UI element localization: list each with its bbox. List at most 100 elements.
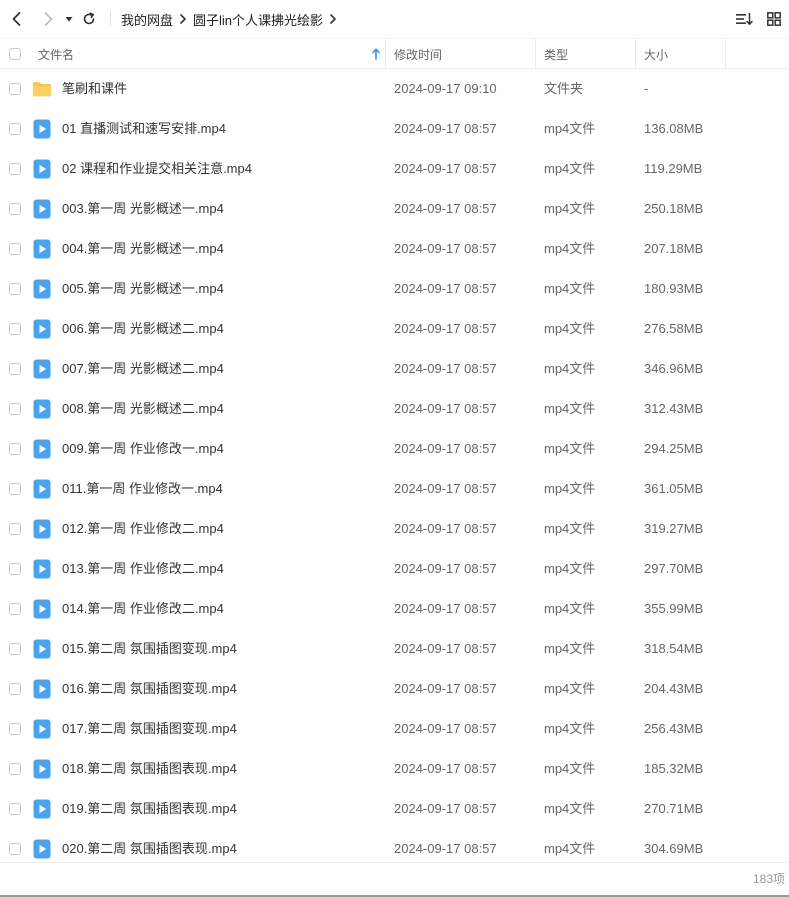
file-row[interactable]: 016.第二周 氛围插图变现.mp4 2024-09-17 08:57 mp4文件 2… [0,669,789,709]
file-row[interactable]: 014.第一周 作业修改二.mp4 2024-09-17 08:57 mp4文件 35… [0,589,789,629]
file-row[interactable]: 007.第一周 光影概述二.mp4 2024-09-17 08:57 mp4文件 34… [0,349,789,389]
file-row[interactable]: 004.第一周 光影概述一.mp4 2024-09-17 08:57 mp4文件 20… [0,229,789,269]
file-name[interactable]: 012.第一周 作业修改二.mp4 [62,509,224,549]
file-row[interactable]: 008.第一周 光影概述二.mp4 2024-09-17 08:57 mp4文件 31… [0,389,789,429]
file-name[interactable]: 016.第二周 氛围插图变现.mp4 [62,669,237,709]
row-checkbox[interactable] [9,443,21,455]
video-file-icon [32,599,52,619]
row-checkbox[interactable] [9,363,21,375]
file-name[interactable]: 017.第二周 氛围插图变现.mp4 [62,709,237,749]
refresh-button[interactable] [78,0,100,38]
file-name[interactable]: 02 课程和作业提交相关注意.mp4 [62,149,252,189]
chevron-right-icon[interactable] [329,14,337,24]
row-checkbox[interactable] [9,483,21,495]
video-file-icon [32,439,52,459]
file-row[interactable]: 017.第二周 氛围插图变现.mp4 2024-09-17 08:57 mp4文件 2… [0,709,789,749]
select-all-checkbox[interactable] [9,48,21,60]
select-all-checkbox-cell [9,39,21,69]
video-file-icon [32,759,52,779]
row-checkbox[interactable] [9,203,21,215]
column-divider[interactable] [535,39,536,69]
breadcrumb-item-root[interactable]: 我的网盘 [121,10,173,29]
file-name[interactable]: 004.第一周 光影概述一.mp4 [62,229,224,269]
file-name[interactable]: 005.第一周 光影概述一.mp4 [62,269,224,309]
video-file-icon [32,799,52,819]
sort-button[interactable] [729,0,759,38]
file-name[interactable]: 015.第二周 氛围插图变现.mp4 [62,629,237,669]
row-checkbox[interactable] [9,603,21,615]
file-row[interactable]: 012.第一周 作业修改二.mp4 2024-09-17 08:57 mp4文件 31… [0,509,789,549]
file-name[interactable]: 003.第一周 光影概述一.mp4 [62,189,224,229]
file-size: 318.54MB [644,641,704,656]
row-checkbox[interactable] [9,323,21,335]
file-row[interactable]: 018.第二周 氛围插图表现.mp4 2024-09-17 08:57 mp4文件 1… [0,749,789,789]
column-divider[interactable] [725,39,726,69]
video-file-icon [32,839,52,859]
row-checkbox[interactable] [9,683,21,695]
row-checkbox[interactable] [9,163,21,175]
forward-button[interactable] [36,0,60,38]
row-checkbox[interactable] [9,643,21,655]
file-size: 361.05MB [644,481,704,496]
row-checkbox[interactable] [9,243,21,255]
view-toggle-button[interactable] [759,0,789,38]
file-modified-time: 2024-09-17 08:57 [394,201,497,216]
row-checkbox[interactable] [9,523,21,535]
file-name[interactable]: 006.第一周 光影概述二.mp4 [62,309,224,349]
video-file-icon [32,359,52,379]
row-checkbox[interactable] [9,763,21,775]
file-size: 136.08MB [644,121,704,136]
row-checkbox[interactable] [9,283,21,295]
row-checkbox[interactable] [9,803,21,815]
row-checkbox[interactable] [9,723,21,735]
file-row[interactable]: 01 直播测试和速写安排.mp4 2024-09-17 08:57 mp4文件 136… [0,109,789,149]
video-file-icon [32,639,52,659]
column-header-size[interactable]: 大小 [644,39,724,69]
history-dropdown[interactable] [62,0,76,38]
file-row[interactable]: 003.第一周 光影概述一.mp4 2024-09-17 08:57 mp4文件 25… [0,189,789,229]
file-name[interactable]: 009.第一周 作业修改一.mp4 [62,429,224,469]
file-name[interactable]: 014.第一周 作业修改二.mp4 [62,589,224,629]
column-header-type[interactable]: 类型 [544,39,634,69]
file-modified-time: 2024-09-17 08:57 [394,121,497,136]
video-file-icon [32,399,52,419]
file-row[interactable]: 笔刷和课件 2024-09-17 09:10 文件夹 - [0,69,789,109]
column-header-type-label: 类型 [544,47,569,62]
file-name[interactable]: 01 直播测试和速写安排.mp4 [62,109,226,149]
file-row[interactable]: 005.第一周 光影概述一.mp4 2024-09-17 08:57 mp4文件 18… [0,269,789,309]
row-checkbox[interactable] [9,403,21,415]
file-type: mp4文件 [544,481,596,496]
file-name[interactable]: 019.第二周 氛围插图表现.mp4 [62,789,237,829]
row-checkbox[interactable] [9,123,21,135]
row-checkbox[interactable] [9,563,21,575]
file-name[interactable]: 007.第一周 光影概述二.mp4 [62,349,224,389]
file-type: mp4文件 [544,441,596,456]
column-header-modified[interactable]: 修改时间 [394,39,534,69]
file-row[interactable]: 011.第一周 作业修改一.mp4 2024-09-17 08:57 mp4文件 36… [0,469,789,509]
file-row[interactable]: 015.第二周 氛围插图变现.mp4 2024-09-17 08:57 mp4文件 3… [0,629,789,669]
file-row[interactable]: 013.第一周 作业修改二.mp4 2024-09-17 08:57 mp4文件 29… [0,549,789,589]
file-name[interactable]: 008.第一周 光影概述二.mp4 [62,389,224,429]
video-file-icon [32,159,52,179]
file-name[interactable]: 013.第一周 作业修改二.mp4 [62,549,224,589]
row-checkbox[interactable] [9,83,21,95]
file-row[interactable]: 009.第一周 作业修改一.mp4 2024-09-17 08:57 mp4文件 29… [0,429,789,469]
video-file-icon [32,679,52,699]
file-row[interactable]: 019.第二周 氛围插图表现.mp4 2024-09-17 08:57 mp4文件 2… [0,789,789,829]
column-divider[interactable] [635,39,636,69]
file-size: 319.27MB [644,521,704,536]
file-modified-time: 2024-09-17 08:57 [394,481,497,496]
column-divider[interactable] [385,39,386,69]
back-button[interactable] [0,0,34,38]
file-name[interactable]: 018.第二周 氛围插图表现.mp4 [62,749,237,789]
file-name[interactable]: 011.第一周 作业修改一.mp4 [62,469,223,509]
file-name[interactable]: 笔刷和课件 [62,69,127,109]
video-file-icon [32,719,52,739]
breadcrumb-item-current[interactable]: 圆子lin个人课拂光绘影 [193,10,323,29]
file-row[interactable]: 02 课程和作业提交相关注意.mp4 2024-09-17 08:57 mp4文件 1… [0,149,789,189]
row-checkbox[interactable] [9,843,21,855]
column-header-name[interactable]: 文件名 [38,39,384,69]
file-row[interactable]: 006.第一周 光影概述二.mp4 2024-09-17 08:57 mp4文件 27… [0,309,789,349]
file-size: 270.71MB [644,801,704,816]
file-modified-time: 2024-09-17 08:57 [394,441,497,456]
